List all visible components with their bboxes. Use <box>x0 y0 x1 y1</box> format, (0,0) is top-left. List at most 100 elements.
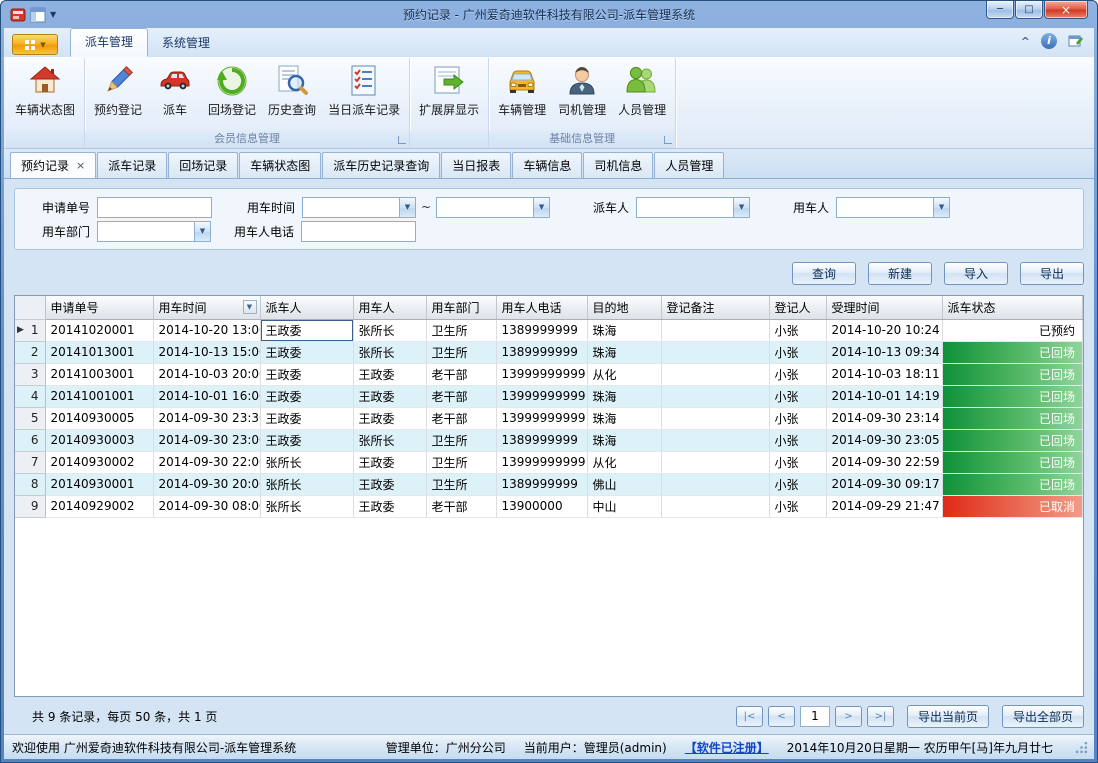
column-header[interactable]: 申请单号 <box>45 296 153 319</box>
table-cell[interactable]: 1389999999 <box>496 319 587 341</box>
row-indicator-cell[interactable]: 4 <box>15 385 45 407</box>
table-cell[interactable]: 卫生所 <box>426 341 496 363</box>
table-cell[interactable]: 1389999999 <box>496 429 587 451</box>
ribbon-button-checklist[interactable]: 当日派车记录 <box>322 61 406 120</box>
table-cell[interactable]: 张所长 <box>260 451 353 473</box>
table-cell-status[interactable]: 已回场 <box>942 451 1083 473</box>
table-cell[interactable]: 20140930001 <box>45 473 153 495</box>
phone-input[interactable] <box>301 221 416 242</box>
table-cell[interactable]: 老干部 <box>426 495 496 517</box>
table-cell[interactable]: 小张 <box>769 473 826 495</box>
table-cell[interactable] <box>661 451 769 473</box>
document-tab[interactable]: 派车历史记录查询 <box>322 152 440 178</box>
table-cell[interactable]: 王政委 <box>353 407 426 429</box>
table-cell-status[interactable]: 已回场 <box>942 407 1083 429</box>
dialog-launcher-icon[interactable] <box>398 136 406 144</box>
titlebar[interactable]: ▼ 预约记录 - 广州爱奇迪软件科技有限公司-派车管理系统 ─ □ × <box>4 1 1094 28</box>
table-row[interactable]: 4201410010012014-10-01 16:00王政委王政委老干部139… <box>15 385 1083 407</box>
table-cell[interactable]: 2014-09-30 22:00 <box>153 451 260 473</box>
table-cell[interactable]: 小张 <box>769 341 826 363</box>
use-time-to-combo[interactable]: ▼ <box>436 197 550 218</box>
table-cell[interactable]: 王政委 <box>260 363 353 385</box>
layout-icon[interactable] <box>30 7 46 23</box>
row-indicator-cell[interactable]: ▶1 <box>15 319 45 341</box>
table-cell[interactable]: 卫生所 <box>426 451 496 473</box>
table-cell-status[interactable]: 已回场 <box>942 429 1083 451</box>
last-page-button[interactable]: >| <box>867 706 894 727</box>
column-header[interactable]: 派车状态 <box>942 296 1083 319</box>
ribbon-button-people[interactable]: 人员管理 <box>612 61 672 120</box>
minimize-button[interactable]: ─ <box>986 1 1014 19</box>
page-number-input[interactable] <box>800 706 830 727</box>
use-time-from-combo[interactable]: ▼ <box>302 197 416 218</box>
ribbon-button-pencil[interactable]: 预约登记 <box>88 61 148 120</box>
new-button[interactable]: 新建 <box>868 262 932 285</box>
row-indicator-cell[interactable]: 5 <box>15 407 45 429</box>
row-indicator-cell[interactable]: 9 <box>15 495 45 517</box>
column-header[interactable]: 用车人 <box>353 296 426 319</box>
document-tab[interactable]: 当日报表 <box>441 152 511 178</box>
table-cell[interactable]: 卫生所 <box>426 319 496 341</box>
application-menu-button[interactable]: ▼ <box>12 34 58 55</box>
prev-page-button[interactable]: < <box>768 706 795 727</box>
info-icon[interactable]: i <box>1041 33 1057 49</box>
table-cell[interactable]: 小张 <box>769 385 826 407</box>
table-cell[interactable]: 2014-09-30 22:59 <box>826 451 942 473</box>
import-button[interactable]: 导入 <box>944 262 1008 285</box>
table-cell[interactable] <box>661 363 769 385</box>
table-cell[interactable]: 13900000 <box>496 495 587 517</box>
application-no-input[interactable] <box>97 197 212 218</box>
qat-dropdown-icon[interactable]: ▼ <box>50 10 56 19</box>
export-current-page-button[interactable]: 导出当前页 <box>907 705 989 728</box>
table-cell[interactable]: 20140930002 <box>45 451 153 473</box>
chevron-down-icon[interactable]: ▼ <box>733 198 749 217</box>
table-cell[interactable]: 佛山 <box>587 473 661 495</box>
table-cell[interactable]: 珠海 <box>587 407 661 429</box>
maximize-button[interactable]: □ <box>1015 1 1043 19</box>
table-row[interactable]: 9201409290022014-09-30 08:00张所长王政委老干部139… <box>15 495 1083 517</box>
document-tab[interactable]: 司机信息 <box>583 152 653 178</box>
table-cell[interactable]: 小张 <box>769 451 826 473</box>
table-cell[interactable]: 2014-10-01 16:00 <box>153 385 260 407</box>
chevron-down-icon[interactable]: ▼ <box>933 198 949 217</box>
ribbon-button-driver[interactable]: 司机管理 <box>552 61 612 120</box>
table-cell[interactable]: 2014-09-30 23:00 <box>153 429 260 451</box>
close-tab-icon[interactable]: × <box>76 160 85 171</box>
table-cell[interactable]: 老干部 <box>426 407 496 429</box>
table-cell[interactable]: 王政委 <box>353 451 426 473</box>
table-cell[interactable]: 20140929002 <box>45 495 153 517</box>
table-cell[interactable]: 张所长 <box>353 319 426 341</box>
table-cell[interactable]: 2014-09-30 23:05 <box>826 429 942 451</box>
ribbon-tab-system-management[interactable]: 系统管理 <box>148 29 224 57</box>
department-combo[interactable]: ▼ <box>97 221 211 242</box>
row-indicator-cell[interactable]: 7 <box>15 451 45 473</box>
row-indicator-cell[interactable]: 6 <box>15 429 45 451</box>
table-row[interactable]: 5201409300052014-09-30 23:30王政委王政委老干部139… <box>15 407 1083 429</box>
table-row[interactable]: ▶1201410200012014-10-20 13:00王政委张所长卫生所13… <box>15 319 1083 341</box>
ribbon-button-yellow-car[interactable]: 车辆管理 <box>492 61 552 120</box>
ribbon-button-house[interactable]: 车辆状态图 <box>9 61 81 120</box>
table-row[interactable]: 3201410030012014-10-03 20:00王政委王政委老干部139… <box>15 363 1083 385</box>
table-cell[interactable]: 2014-09-30 23:30 <box>153 407 260 429</box>
export-button[interactable]: 导出 <box>1020 262 1084 285</box>
table-cell[interactable]: 王政委 <box>260 385 353 407</box>
table-cell[interactable] <box>661 341 769 363</box>
table-cell[interactable]: 珠海 <box>587 319 661 341</box>
table-cell[interactable] <box>661 407 769 429</box>
next-page-button[interactable]: > <box>835 706 862 727</box>
table-cell[interactable]: 张所长 <box>353 429 426 451</box>
table-cell[interactable]: 2014-10-20 13:00 <box>153 319 260 341</box>
table-cell[interactable]: 2014-09-30 20:00 <box>153 473 260 495</box>
table-cell[interactable]: 13999999999 <box>496 451 587 473</box>
table-row[interactable]: 7201409300022014-09-30 22:00张所长王政委卫生所139… <box>15 451 1083 473</box>
table-cell[interactable]: 老干部 <box>426 385 496 407</box>
table-cell[interactable] <box>661 385 769 407</box>
table-cell[interactable]: 1389999999 <box>496 473 587 495</box>
table-row[interactable]: 2201410130012014-10-13 15:00王政委张所长卫生所138… <box>15 341 1083 363</box>
table-cell[interactable]: 卫生所 <box>426 473 496 495</box>
table-cell[interactable]: 2014-10-20 10:24 <box>826 319 942 341</box>
ribbon-button-green-refresh[interactable]: 回场登记 <box>202 61 262 120</box>
table-cell[interactable]: 20140930003 <box>45 429 153 451</box>
close-button[interactable]: × <box>1044 1 1088 19</box>
table-cell[interactable] <box>661 319 769 341</box>
